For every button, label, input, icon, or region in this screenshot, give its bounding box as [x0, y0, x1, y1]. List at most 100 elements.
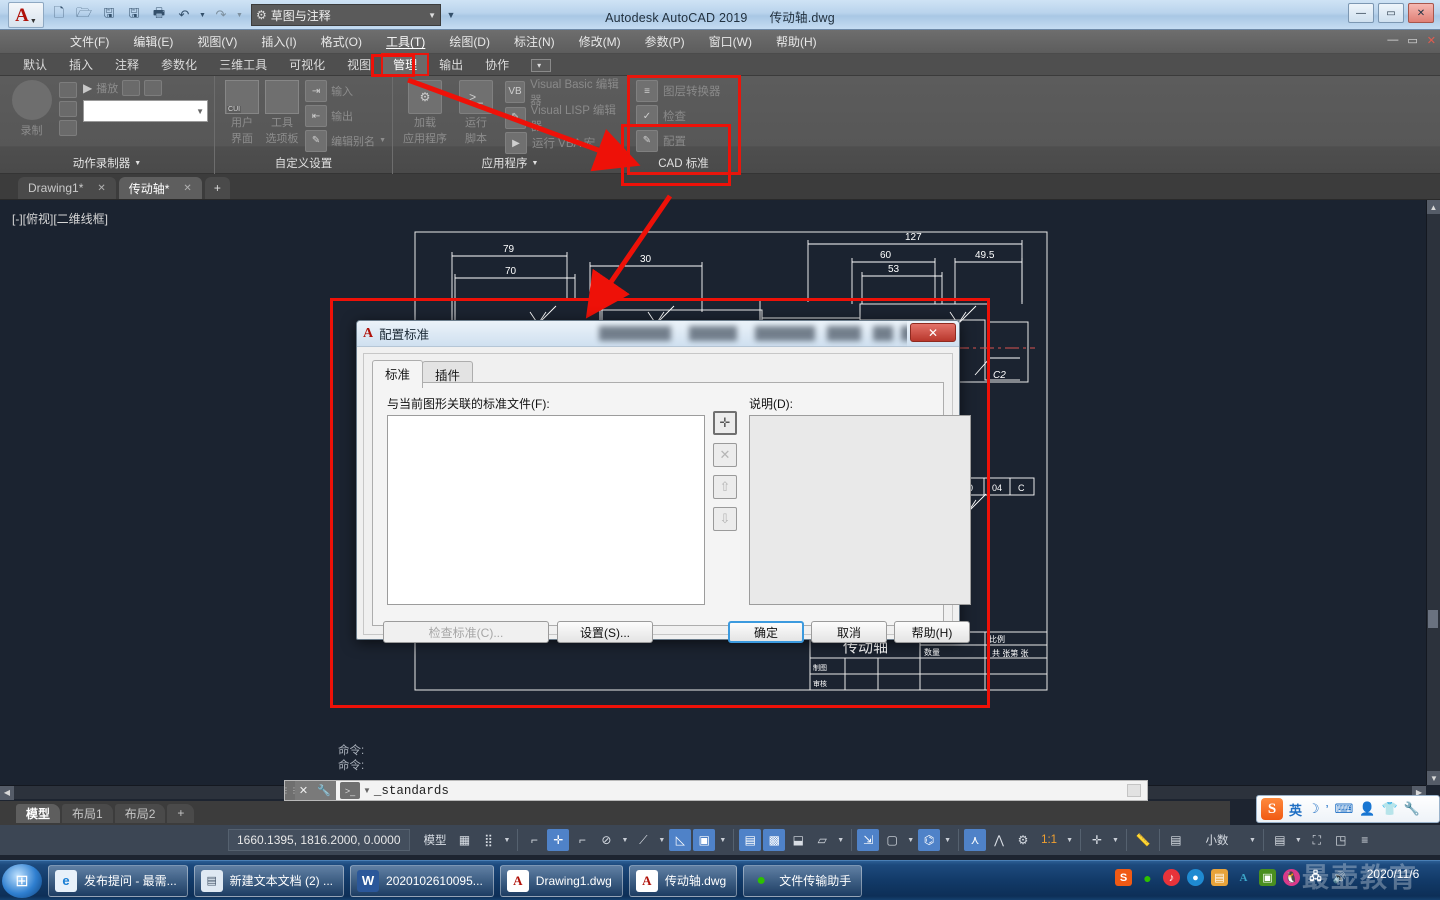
units-value[interactable]: 小数 [1189, 829, 1245, 851]
menu-edit[interactable]: 编辑(E) [121, 31, 185, 52]
taskbar-word[interactable]: W 2020102610095... [350, 864, 494, 897]
new-layout-button[interactable]: + [167, 803, 195, 823]
sogou-logo-icon[interactable]: S [1261, 798, 1283, 820]
export-customization-button[interactable]: ⇤ 输出 [305, 105, 386, 128]
qq-tray-icon[interactable]: ● [1187, 869, 1204, 886]
chevron-down-icon[interactable]: ▼ [363, 786, 371, 795]
isolate-objects-toggle[interactable]: ▢ [881, 829, 903, 851]
menu-help[interactable]: 帮助(H) [764, 31, 829, 52]
chevron-down-icon[interactable]: ▼ [1110, 837, 1121, 844]
menu-tools[interactable]: 工具(T) [374, 31, 437, 52]
annotation-monitor-toggle[interactable]: ⚙ [1012, 829, 1034, 851]
chevron-down-icon[interactable]: ▼ [1247, 837, 1258, 844]
tool-palettes-button[interactable]: 工具 选项板 [265, 80, 300, 152]
ribbon-tab-view[interactable]: 视图 [336, 54, 382, 75]
ribbon-tab-parametric[interactable]: 参数化 [150, 54, 208, 75]
run-vba-macro-button[interactable]: ▶ 运行 VBA 宏 [504, 132, 621, 154]
qq-penguin-tray-icon[interactable]: 🐧 [1283, 869, 1300, 886]
command-options-wrench-icon[interactable]: 🔧 [312, 781, 336, 800]
menu-file[interactable]: 文件(F) [58, 31, 121, 52]
object-snap-tracking-toggle[interactable]: ⊘ [595, 829, 617, 851]
status-bar-menu-icon[interactable]: ≡ [1354, 829, 1376, 851]
panel-title-action-recorder[interactable]: 动作录制器 ▼ [0, 152, 214, 174]
manage-action-macros-icon[interactable] [144, 80, 163, 96]
panel-title-applications[interactable]: 应用程序 ▼ [393, 152, 627, 174]
coordinate-display[interactable]: 1660.1395, 1816.2000, 0.0000 [228, 829, 410, 851]
chevron-down-icon[interactable]: ▼ [835, 837, 846, 844]
ribbon-panel-overflow[interactable] [520, 55, 562, 73]
chevron-down-icon[interactable]: ▼ [1064, 837, 1075, 844]
doc-close-button[interactable]: ✕ [1427, 34, 1436, 47]
insert-basepoint-icon[interactable] [59, 101, 77, 117]
visual-basic-editor-button[interactable]: VB Visual Basic 编辑器 [504, 79, 621, 107]
new-file-tab-button[interactable]: + [204, 177, 230, 199]
check-standards-button[interactable]: ✓ 检查 [636, 105, 733, 128]
minimize-button[interactable]: — [1348, 3, 1374, 23]
menu-parametric[interactable]: 参数(P) [633, 31, 697, 52]
import-customization-button[interactable]: ⇥ 输入 [305, 80, 386, 103]
close-icon[interactable]: ✕ [183, 183, 191, 194]
file-tab-chuandongzhou[interactable]: 传动轴* ✕ [118, 177, 202, 199]
taskbar-ie[interactable]: e 发布提问 - 最需... [48, 864, 188, 897]
ribbon-tab-annotate[interactable]: 注释 [104, 54, 150, 75]
moon-icon[interactable]: ☽ [1308, 801, 1320, 817]
isometric-draft-toggle[interactable]: ⋀ [988, 829, 1010, 851]
ribbon-tab-home[interactable]: 默认 [12, 54, 58, 75]
polar-tracking-toggle[interactable]: ✛ [547, 829, 570, 851]
selection-cycling-toggle[interactable]: ▩ [763, 829, 786, 851]
close-button[interactable]: ✕ [1408, 3, 1434, 23]
maximize-button[interactable]: ▭ [1378, 3, 1404, 23]
preferences-icon[interactable] [122, 80, 141, 96]
chevron-down-icon[interactable]: ▼ [942, 837, 953, 844]
add-standard-file-button[interactable]: ✛ [713, 411, 737, 435]
annotation-visibility-toggle[interactable]: ⬓ [787, 829, 809, 851]
close-icon[interactable]: ✕ [97, 183, 105, 194]
menu-modify[interactable]: 修改(M) [567, 31, 633, 52]
ribbon-tab-collaborate[interactable]: 协作 [474, 54, 520, 75]
ribbon-tab-insert[interactable]: 插入 [58, 54, 104, 75]
insert-message-icon[interactable] [59, 82, 77, 98]
vertical-scroll-thumb[interactable] [1428, 610, 1438, 628]
clean-screen-icon[interactable]: ⛶ [1306, 829, 1328, 851]
command-line[interactable]: ⋮⋮ ✕ 🔧 >_ ▼ _standards [282, 780, 1148, 801]
menu-view[interactable]: 视图(V) [185, 31, 249, 52]
dialog-tab-standards[interactable]: 标准 [372, 360, 424, 388]
close-icon[interactable]: ✕ [295, 781, 312, 800]
keyboard-icon[interactable]: ⌨ [1335, 801, 1354, 817]
customization-menu-icon[interactable]: ▤ [1269, 829, 1291, 851]
play-icon[interactable]: ▶ [83, 81, 92, 95]
netease-music-tray-icon[interactable]: ♪ [1163, 869, 1180, 886]
remove-standard-file-button[interactable]: ✕ [713, 443, 737, 467]
taskbar-autocad-chuandongzhou[interactable]: A 传动轴.dwg [628, 864, 738, 897]
user-icon[interactable]: 👤 [1359, 801, 1375, 817]
dynamic-input-toggle[interactable]: ◺ [669, 829, 692, 851]
menu-window[interactable]: 窗口(W) [697, 31, 764, 52]
chevron-down-icon[interactable]: ▼ [656, 837, 667, 844]
autocad-tray-icon[interactable]: A [1235, 869, 1252, 886]
tab-model[interactable]: 模型 [16, 803, 61, 823]
scroll-up-icon[interactable]: ▲ [1427, 200, 1440, 214]
tab-layout2[interactable]: 布局2 [114, 803, 166, 823]
visual-lisp-editor-button[interactable]: ✎ Visual LISP 编辑器 [504, 105, 621, 133]
annotation-scale-sync-toggle[interactable]: ⇲ [857, 829, 880, 851]
command-resize-handle[interactable] [1127, 784, 1141, 797]
taskbar-notepad[interactable]: ▤ 新建文本文档 (2) ... [193, 864, 345, 897]
chevron-down-icon[interactable]: ▼ [905, 837, 916, 844]
chevron-down-icon[interactable]: ▼ [1293, 837, 1304, 844]
user-interface-button[interactable]: CUI 用户 界面 [225, 80, 260, 152]
menu-insert[interactable]: 插入(I) [249, 31, 308, 52]
fullscreen-toggle[interactable]: 📏 [1132, 829, 1154, 851]
settings-gear-icon[interactable]: ✛ [1086, 829, 1108, 851]
ribbon-tab-output[interactable]: 输出 [428, 54, 474, 75]
help-button[interactable]: 帮助(H) [894, 621, 970, 643]
skin-icon[interactable]: 👕 [1382, 801, 1398, 817]
menu-dimension[interactable]: 标注(N) [502, 31, 567, 52]
edit-aliases-button[interactable]: ✎ 编辑别名 ▼ [305, 129, 386, 152]
ok-button[interactable]: 确定 [728, 621, 804, 643]
taskbar-autocad-drawing1[interactable]: A Drawing1.dwg [499, 864, 623, 897]
tab-layout1[interactable]: 布局1 [62, 803, 113, 823]
lineweight-toggle[interactable]: ▣ [693, 829, 716, 851]
ribbon-tab-3dtools[interactable]: 三维工具 [208, 54, 278, 75]
configure-standards-button[interactable]: ✎ 配置 [636, 129, 733, 152]
annotation-scale-button[interactable]: ⋏ [964, 829, 987, 851]
